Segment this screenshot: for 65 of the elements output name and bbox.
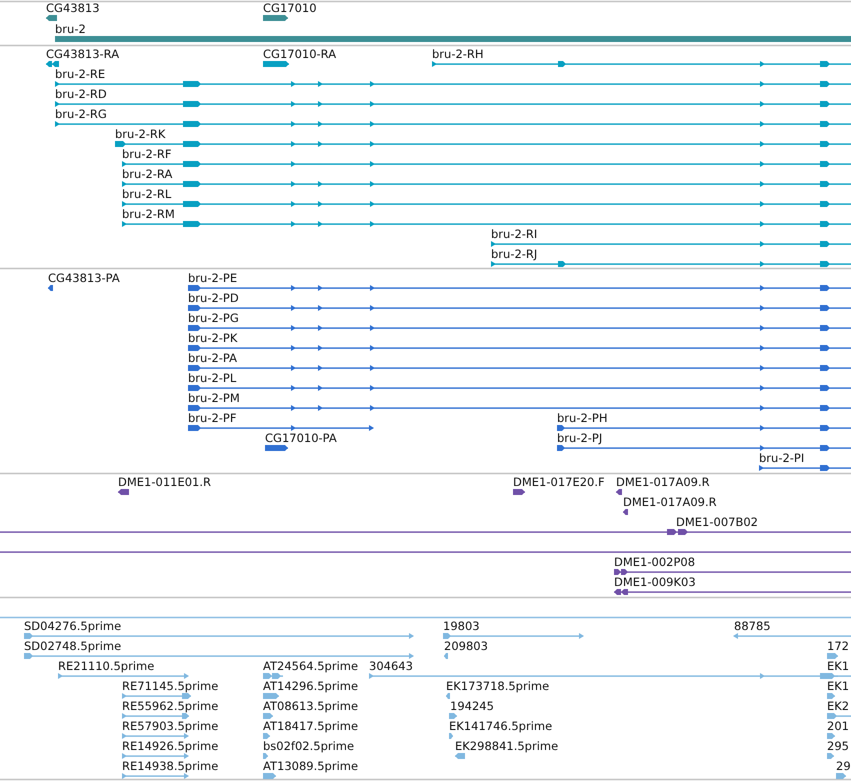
feature-label: RE57903.5prime xyxy=(122,719,218,733)
feature-label: RE14926.5prime xyxy=(122,739,218,753)
feature-label: DME1-007B02 xyxy=(676,515,758,529)
feature-label: DME1-017A09.R xyxy=(616,475,710,489)
feature-label: AT14296.5prime xyxy=(263,679,358,693)
feature-label: bru-2-RI xyxy=(491,227,538,241)
feature-label: EK173718.5prime xyxy=(446,679,550,693)
feature-label: bru-2-PA xyxy=(188,351,237,365)
feature-label: bs02f02.5prime xyxy=(263,739,354,753)
feature-label: CG43813-PA xyxy=(48,271,120,285)
feature-label: 29 xyxy=(836,759,851,773)
feature-label: AT24564.5prime xyxy=(263,659,358,673)
feature-label: bru-2-RA xyxy=(122,167,172,181)
feature-label: bru-2-RG xyxy=(55,107,107,121)
feature-label: bru-2-RD xyxy=(55,87,107,101)
feature-label: 194245 xyxy=(450,699,494,713)
feature-label: DME1-009K03 xyxy=(614,575,696,589)
feature-label: 88785 xyxy=(734,619,771,633)
feature-label: bru-2-PK xyxy=(188,331,238,345)
feature-label: 295 xyxy=(827,739,849,753)
feature-label: AT13089.5prime xyxy=(263,759,358,773)
feature-label: bru-2-RM xyxy=(122,207,175,221)
feature-label: CG17010 xyxy=(263,1,317,15)
feature-label: DME1-011E01.R xyxy=(118,475,212,489)
feature-label: bru-2-RF xyxy=(122,147,172,161)
feature-label: DME1-002P08 xyxy=(614,555,696,569)
feature-label: EK298841.5prime xyxy=(455,739,558,753)
feature-label: CG43813-RA xyxy=(46,47,120,61)
feature-label: 209803 xyxy=(444,639,488,653)
feature-label: bru-2-RK xyxy=(115,127,166,141)
feature-label: RE14938.5prime xyxy=(122,759,218,773)
feature-label: EK2 xyxy=(827,699,850,713)
feature-label: RE71145.5prime xyxy=(122,679,218,693)
feature-label: bru-2-PG xyxy=(188,311,239,325)
feature-label: bru-2-RH xyxy=(432,47,484,61)
feature-label: bru-2-PJ xyxy=(557,431,602,445)
feature-label: bru-2-PD xyxy=(188,291,239,305)
feature-label: bru-2-PF xyxy=(188,411,236,425)
feature-label: CG17010-RA xyxy=(263,47,336,61)
feature-label: bru-2-PE xyxy=(188,271,238,285)
feature-label: CG17010-PA xyxy=(265,431,337,445)
feature-label: bru-2-PH xyxy=(557,411,608,425)
feature-label: 172 xyxy=(827,639,849,653)
feature-label: AT18417.5prime xyxy=(263,719,358,733)
feature-label: SD04276.5prime xyxy=(24,619,122,633)
feature-label: RE21110.5prime xyxy=(58,659,154,673)
feature-label: DME1-017A09.R xyxy=(623,495,717,509)
feature-label: 304643 xyxy=(369,659,413,673)
feature-label: AT08613.5prime xyxy=(263,699,358,713)
feature-label: 201 xyxy=(827,719,849,733)
feature-label: DME1-017E20.F xyxy=(513,475,605,489)
feature-label: bru-2-PL xyxy=(188,371,236,385)
feature-label: EK1 xyxy=(827,659,850,673)
feature-label: bru-2-RE xyxy=(55,67,106,81)
feature-label: bru-2-RJ xyxy=(491,247,538,261)
feature-label: bru-2-PM xyxy=(188,391,240,405)
feature-label: bru-2 xyxy=(55,22,86,36)
feature-label: EK141746.5prime xyxy=(449,719,552,733)
feature-label: bru-2-PI xyxy=(759,451,804,465)
feature-label: RE55962.5prime xyxy=(122,699,218,713)
feature-label: bru-2-RL xyxy=(122,187,172,201)
feature-label: CG43813 xyxy=(46,1,100,15)
feature-label: EK1 xyxy=(827,679,850,693)
feature-label: 19803 xyxy=(443,619,480,633)
feature-label: SD02748.5prime xyxy=(24,639,122,653)
